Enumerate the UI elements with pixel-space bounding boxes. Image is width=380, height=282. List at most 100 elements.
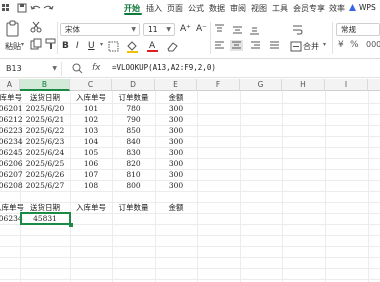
cell-order-id[interactable]: 506201 [0,104,23,114]
menu-item-insert[interactable]: 插入 [146,3,162,14]
formula-input[interactable]: =VLOOKUP(A13,A2:F9,2,0) [112,63,216,72]
format-painter-icon[interactable] [45,38,57,50]
cell-inbound-id[interactable]: 104 [70,137,112,147]
cell-date[interactable]: 2025/6/26 [22,170,68,180]
lookup-header-cell[interactable]: 入库单号 [70,203,112,213]
header-cell[interactable]: 金额 [155,93,197,103]
cell-quantity[interactable]: 820 [112,159,155,169]
cell-date[interactable]: 2025/6/23 [22,137,68,147]
decrease-font-icon[interactable]: A⁻ [196,24,207,34]
column-header[interactable]: A [0,79,20,91]
cell-order-id[interactable]: 506208 [0,181,23,191]
cell-inbound-id[interactable]: 102 [70,115,112,125]
cell-amount[interactable]: 300 [155,159,197,169]
header-cell[interactable]: 订单数量 [112,93,155,103]
font-name-select[interactable]: 宋体 ▼ [60,23,140,36]
column-header[interactable]: C [70,79,112,91]
lookup-key-cell[interactable]: 506234 [0,214,23,224]
cell-amount[interactable]: 300 [155,137,197,147]
menu-item-efficiency[interactable]: 效率 [329,3,345,14]
cell-inbound-id[interactable]: 101 [70,104,112,114]
number-format-select[interactable]: 常规 [336,23,380,36]
cell-inbound-id[interactable]: 103 [70,126,112,136]
cell-date[interactable]: 2025/6/21 [22,115,68,125]
cell-quantity[interactable]: 840 [112,137,155,147]
cell-quantity[interactable]: 800 [112,181,155,191]
column-header[interactable]: F [197,79,240,91]
merge-icon[interactable] [290,41,302,52]
paste-icon[interactable] [5,20,21,38]
italic-icon[interactable]: I [76,41,79,51]
menu-item-view[interactable]: 视图 [251,3,267,14]
cell-order-id[interactable]: 506223 [0,126,23,136]
menu-item-member[interactable]: 会员专享 [293,3,325,14]
bold-icon[interactable]: B [62,41,69,51]
cell-amount[interactable]: 300 [155,115,197,125]
column-header[interactable]: E [155,79,197,91]
font-color-icon[interactable]: A [146,39,160,53]
clear-icon[interactable] [166,40,180,52]
cell-order-id[interactable]: 506234 [0,137,23,147]
menu-item-tools[interactable]: 工具 [272,3,288,14]
cell-inbound-id[interactable]: 106 [70,159,112,169]
menu-item-data[interactable]: 数据 [209,3,225,14]
cell-date[interactable]: 2025/6/25 [22,159,68,169]
thousands-icon[interactable]: 000 [366,40,380,49]
header-cell[interactable]: 入库单号 [70,93,112,103]
fx-icon[interactable]: fx [92,63,101,73]
menu-item-page[interactable]: 页面 [167,3,183,14]
paste-dropdown-icon[interactable]: ▾ [21,41,24,48]
cell-quantity[interactable]: 850 [112,126,155,136]
header-cell[interactable]: 出库单号 [0,93,22,103]
cell-amount[interactable]: 300 [155,170,197,180]
column-header[interactable]: J [368,79,380,91]
cell-amount[interactable]: 300 [155,148,197,158]
cell-amount[interactable]: 300 [155,104,197,114]
border-icon[interactable] [108,41,120,52]
cell-quantity[interactable]: 830 [112,148,155,158]
paste-label[interactable]: 粘贴 [5,41,21,52]
menu-item-formula[interactable]: 公式 [188,3,204,14]
cell-order-id[interactable]: 506212 [0,115,23,125]
spreadsheet-grid[interactable]: A B C D E F G H I J 出库单号 送货日期 入库单号 订单数量 … [0,79,380,282]
cell-order-id[interactable]: 506207 [0,170,23,180]
merge-dropdown-icon[interactable]: ▾ [323,41,326,48]
cell-quantity[interactable]: 810 [112,170,155,180]
column-header[interactable]: D [112,79,155,91]
cell-inbound-id[interactable]: 107 [70,170,112,180]
column-header-selected[interactable]: B [20,79,70,91]
cell-date[interactable]: 2025/6/20 [22,104,68,114]
lookup-header-cell[interactable]: 金额 [155,203,197,213]
underline-dropdown-icon[interactable]: ▾ [100,41,103,48]
cell-quantity[interactable]: 780 [112,104,155,114]
header-cell[interactable]: 送货日期 [22,93,68,103]
cell-date[interactable]: 2025/6/24 [22,148,68,158]
name-box[interactable]: B13 ▼ [0,62,62,76]
currency-icon[interactable]: ¥ [338,40,344,50]
copy-icon[interactable] [30,38,42,50]
increase-font-icon[interactable]: A⁺ [180,24,191,34]
cell-inbound-id[interactable]: 108 [70,181,112,191]
cell-amount[interactable]: 300 [155,181,197,191]
cell-date[interactable]: 2025/6/22 [22,126,68,136]
lookup-header-cell[interactable]: 入库单号 [0,203,24,213]
zoom-icon[interactable] [72,63,83,74]
menu-item-review[interactable]: 审阅 [230,3,246,14]
cell-amount[interactable]: 300 [155,126,197,136]
cell-date[interactable]: 2025/6/27 [22,181,68,191]
cell-inbound-id[interactable]: 105 [70,148,112,158]
cell-quantity[interactable]: 790 [112,115,155,125]
column-header[interactable]: G [240,79,282,91]
cell-order-id[interactable]: 506245 [0,148,23,158]
font-size-select[interactable]: 11 ▼ [143,23,175,36]
fill-color-icon[interactable] [126,40,140,53]
wrap-text-icon[interactable] [292,24,304,36]
column-header[interactable]: I [325,79,368,91]
underline-icon[interactable]: U [88,41,95,51]
percent-icon[interactable]: % [350,40,359,50]
cell-order-id[interactable]: 506206 [0,159,23,169]
column-header[interactable]: H [282,79,325,91]
wps-ai-button[interactable]: WPS [348,1,380,14]
cut-icon[interactable] [30,21,42,33]
merge-label[interactable]: 合并 [303,41,319,52]
